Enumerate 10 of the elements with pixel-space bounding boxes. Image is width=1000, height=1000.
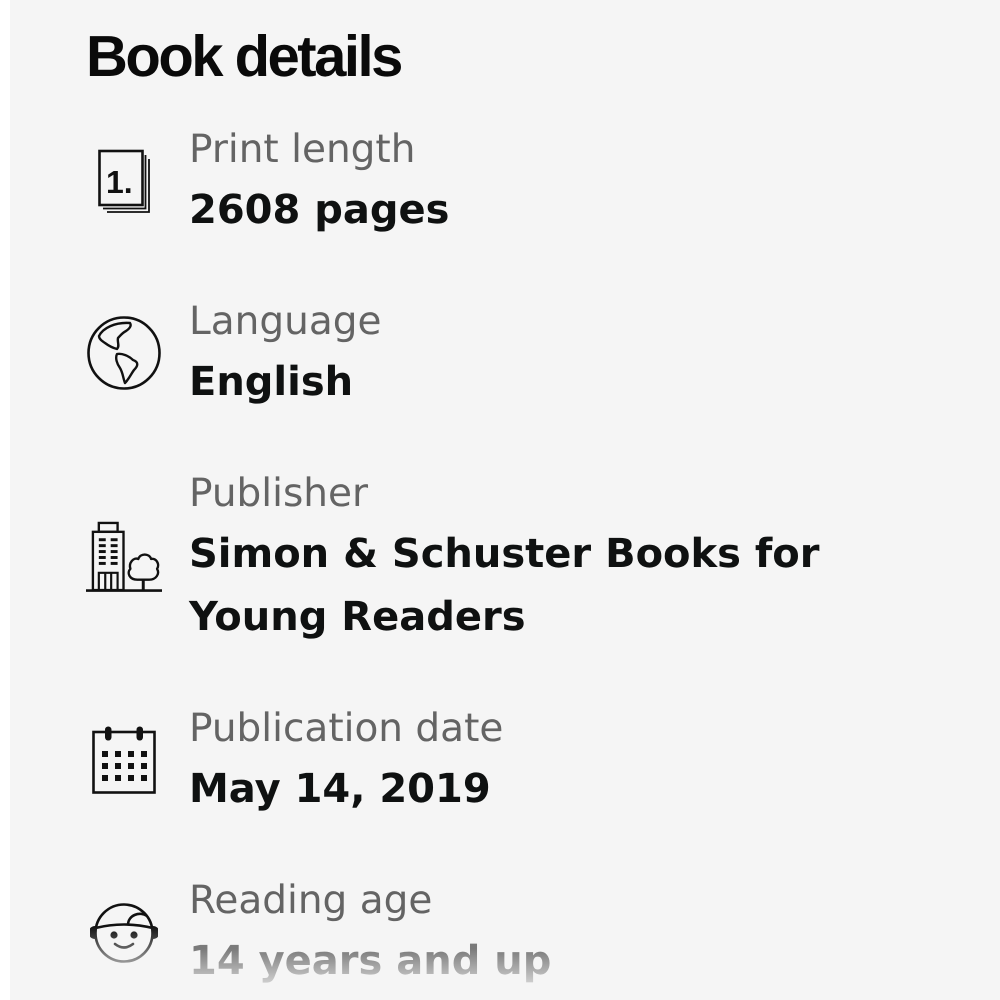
detail-label: Publisher	[189, 470, 368, 518]
detail-value: Simon & Schuster Books for Young Readers	[189, 530, 820, 642]
detail-label: Publication date	[189, 705, 504, 753]
detail-label: Language	[189, 298, 382, 346]
detail-label: Print length	[189, 126, 416, 174]
detail-value: 2608 pages	[189, 186, 450, 235]
detail-value: English	[189, 358, 354, 407]
detail-value: May 14, 2019	[189, 765, 491, 814]
section-title: Book details	[86, 23, 401, 91]
detail-label: Reading age	[189, 877, 432, 925]
